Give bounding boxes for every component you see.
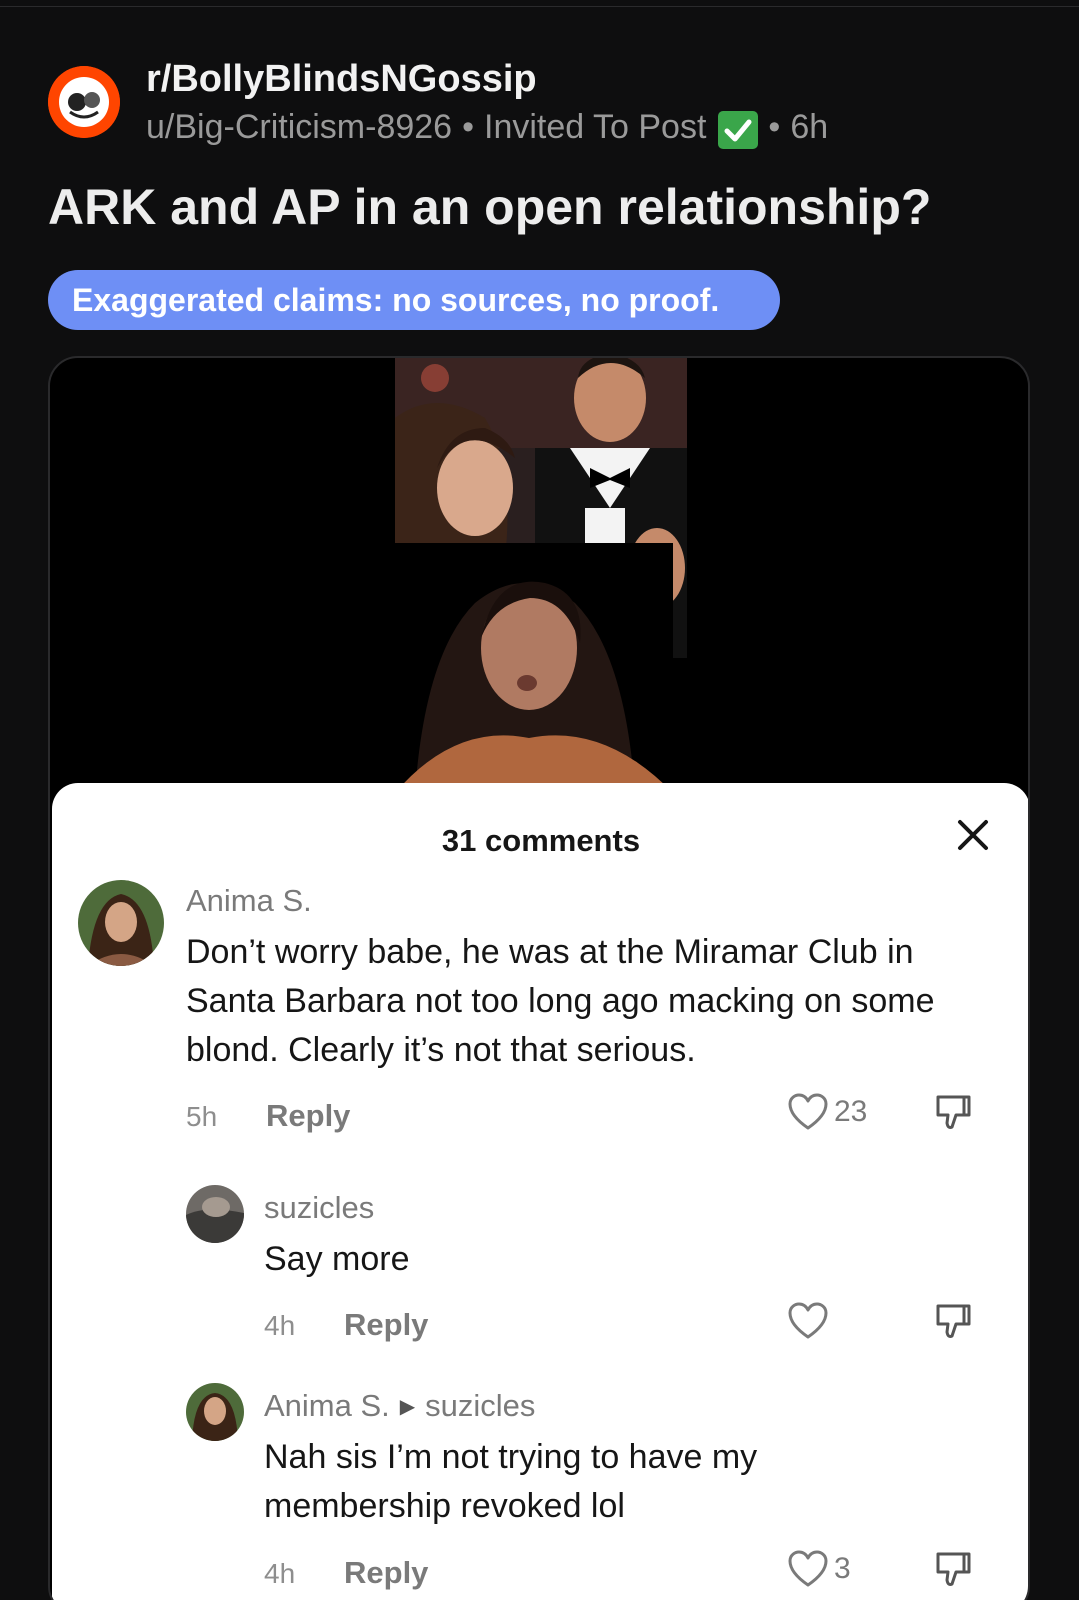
avatar[interactable] [186, 1383, 244, 1441]
like-button[interactable]: 3 [788, 1550, 851, 1588]
subreddit-avatar[interactable] [48, 66, 120, 138]
checkmark-icon [718, 110, 759, 149]
reply-button[interactable]: Reply [344, 1555, 428, 1591]
reply-arrow-icon: ▶ [399, 1396, 416, 1418]
heart-icon [788, 1550, 828, 1587]
comment-text: Nah sis I’m not trying to have my member… [264, 1438, 758, 1525]
reply-target[interactable]: suzicles [425, 1388, 535, 1423]
dislike-icon[interactable] [934, 1550, 972, 1590]
top-divider [0, 6, 1079, 7]
user-flair: Invited To Post [484, 108, 707, 146]
comments-sheet: 31 comments Anima S. Don’t worry babe, h… [52, 783, 1028, 1600]
post-meta: u/Big-Criticism-8926 • Invited To Post •… [146, 108, 829, 149]
comment-time: 4h [264, 1558, 296, 1589]
post-header: r/BollyBlindsNGossip u/Big-Criticism-892… [48, 58, 1038, 149]
comment-reply: Anima S. ▶ suzicles Nah sis I’m not trying… [52, 783, 1028, 1600]
separator-dot: • [768, 108, 781, 146]
post-time: 6h [790, 108, 829, 146]
separator-dot: • [462, 108, 474, 146]
post-flair[interactable]: Exaggerated claims: no sources, no proof… [48, 270, 780, 330]
post-author[interactable]: u/Big-Criticism-8926 [146, 108, 452, 147]
like-count: 3 [834, 1552, 851, 1585]
post-title[interactable]: ARK and AP in an open relationship? [48, 178, 931, 236]
post-media[interactable]: 31 comments Anima S. Don’t worry babe, h… [48, 356, 1030, 1600]
comment-author[interactable]: Anima S. ▶ suzicles [264, 1388, 535, 1424]
comment-author-name[interactable]: Anima S. [264, 1388, 390, 1423]
creator-selfie [395, 543, 673, 793]
subreddit-name[interactable]: r/BollyBlindsNGossip [146, 58, 537, 101]
